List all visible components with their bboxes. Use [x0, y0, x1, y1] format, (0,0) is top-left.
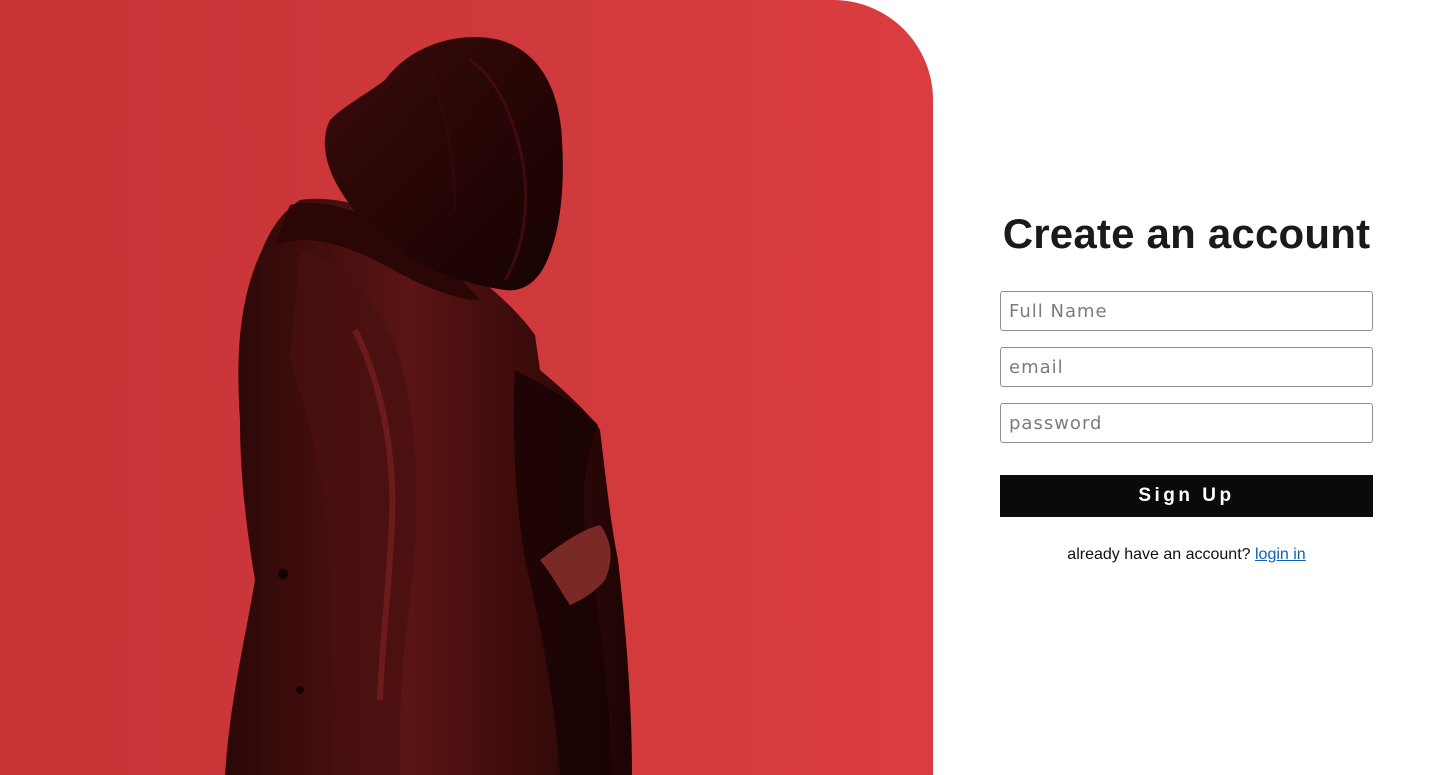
login-prompt-text: already have an account?: [1067, 546, 1251, 563]
login-prompt: already have an account? login in: [1000, 546, 1373, 564]
page-title: Create an account: [1002, 210, 1371, 257]
hero-photo: [0, 0, 933, 775]
full-name-field[interactable]: [1000, 291, 1373, 331]
sign-up-button[interactable]: Sign Up: [1000, 475, 1373, 517]
login-link[interactable]: login in: [1255, 546, 1306, 563]
signup-form: Create an account Sign Up already have a…: [1000, 0, 1373, 775]
signup-page: Create an account Sign Up already have a…: [0, 0, 1440, 775]
email-field[interactable]: [1000, 347, 1373, 387]
hero-panel: [0, 0, 933, 775]
password-field[interactable]: [1000, 403, 1373, 443]
